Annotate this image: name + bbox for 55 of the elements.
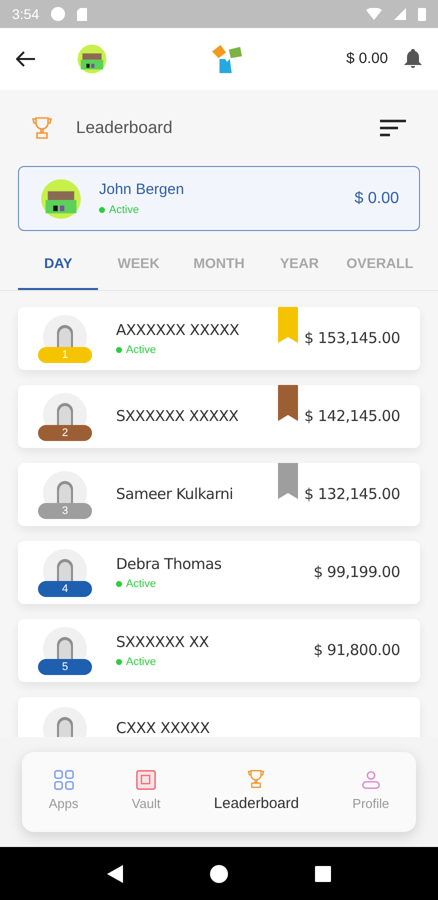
status-text: Active (126, 342, 156, 358)
leader-name: AXXXXXX XXXXX (116, 320, 240, 341)
status-dot-icon (116, 346, 122, 353)
status-dot-icon (116, 580, 122, 587)
logo-icon (210, 44, 244, 74)
section-title: Leaderboard (76, 117, 172, 140)
circle-icon (51, 7, 66, 21)
balance-text: $ 0.00 (346, 48, 388, 69)
status-dot-icon (116, 658, 122, 665)
wifi-icon (366, 8, 382, 20)
bell-icon[interactable] (404, 49, 422, 69)
back-nav-icon[interactable] (107, 864, 124, 882)
trophy-icon (246, 768, 266, 789)
leader-name: SXXXXXX XXXXX (116, 406, 240, 428)
rank-badge: 4 (38, 580, 92, 596)
leader-name: CXXX XXXXX (116, 718, 211, 737)
home-icon[interactable] (210, 864, 228, 882)
current-user-card[interactable]: John Bergen Active $ 0.00 (18, 166, 420, 231)
nav-tab[interactable]: Leaderboard (214, 768, 299, 816)
leader-name: SXXXXXX XX (116, 632, 210, 653)
leader-card[interactable]: CXXX XXXXX (18, 697, 420, 737)
status-time: 3:54 (12, 4, 40, 24)
leader-card[interactable]: 4 Debra Thomas Active $ 99,199.00 (18, 541, 420, 604)
sort-icon[interactable] (380, 119, 406, 137)
grid-icon (54, 770, 74, 790)
user-name: John Bergen (99, 180, 186, 200)
amount-text: $ 132,145.00 (304, 484, 400, 506)
status-text: Active (126, 576, 156, 592)
leader-name: Sameer Kulkarni (116, 484, 234, 506)
safe-icon (136, 770, 156, 790)
sd-card-icon (77, 8, 88, 20)
user-amount: $ 0.00 (354, 188, 399, 208)
recents-icon[interactable] (314, 866, 331, 882)
amount-text: $ 142,145.00 (304, 406, 400, 428)
amount-text: $ 153,145.00 (304, 328, 400, 350)
amount-text: $ 99,199.00 (313, 562, 400, 584)
leader-name: Debra Thomas (116, 554, 222, 575)
rank-badge: 1 (38, 346, 92, 362)
rank-badge: 5 (38, 658, 92, 674)
leader-card[interactable]: 3 Sameer Kulkarni $ 132,145.00 (18, 463, 420, 526)
signal-icon (394, 8, 406, 20)
status-dot-icon (99, 206, 105, 213)
status-text: Active (109, 202, 139, 218)
status-text: Active (126, 654, 156, 670)
person-icon (360, 770, 381, 790)
leader-card[interactable]: 1 AXXXXXX XXXXX Active $ 153,145.00 (18, 307, 420, 370)
trophy-icon (32, 116, 52, 140)
back-icon[interactable] (16, 51, 36, 67)
battery-icon (418, 7, 426, 21)
leader-card[interactable]: 2 SXXXXXX XXXXX $ 142,145.00 (18, 385, 420, 448)
rank-badge: 2 (38, 424, 92, 440)
amount-text: $ 91,800.00 (313, 640, 400, 662)
leader-card[interactable]: 5 SXXXXXX XX Active $ 91,800.00 (18, 619, 420, 682)
period-tab[interactable]: DAY (18, 239, 98, 290)
rank-badge: 3 (38, 502, 92, 518)
